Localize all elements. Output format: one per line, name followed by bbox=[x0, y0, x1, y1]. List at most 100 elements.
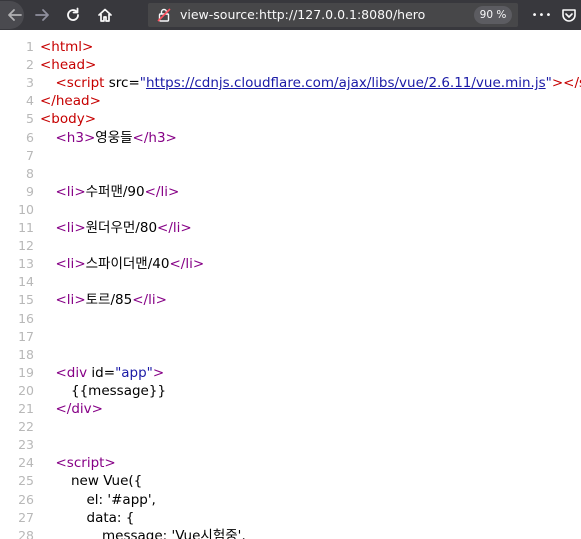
line-number: 7 bbox=[26, 147, 34, 163]
source-token: </head> bbox=[40, 93, 101, 110]
source-line: 27 data: { bbox=[0, 509, 581, 527]
url-text[interactable]: view-source:http://127.0.0.1:8080/hero bbox=[180, 7, 425, 22]
line-number: 4 bbox=[26, 93, 34, 109]
source-line: 24 <script> bbox=[0, 454, 581, 472]
source-code: </div> bbox=[56, 400, 103, 418]
line-number: 26 bbox=[18, 491, 34, 507]
source-token: <head> bbox=[40, 57, 97, 74]
source-token: </h3> bbox=[132, 129, 177, 146]
line-number: 15 bbox=[18, 292, 34, 308]
address-bar[interactable]: view-source:http://127.0.0.1:8080/hero 9… bbox=[148, 3, 518, 27]
source-line: 28 message: 'Vue시험중', bbox=[0, 527, 581, 539]
home-icon bbox=[98, 8, 112, 22]
source-code: <script> bbox=[56, 454, 116, 472]
line-number: 27 bbox=[18, 509, 34, 525]
line-number: 13 bbox=[18, 256, 34, 272]
source-code: {{message}} bbox=[71, 382, 166, 400]
source-token: 영웅들 bbox=[95, 129, 133, 146]
source-code: el: '#app', bbox=[87, 491, 156, 509]
source-token: </li> bbox=[157, 220, 192, 236]
forward-button[interactable] bbox=[27, 0, 57, 30]
source-line: 13 <li>스파이더맨/40</li> bbox=[0, 255, 581, 273]
source-code: <script src="https://cdnjs.cloudflare.co… bbox=[56, 74, 581, 92]
home-button[interactable] bbox=[90, 0, 120, 30]
source-code: message: 'Vue시험중', bbox=[102, 527, 246, 539]
insecure-lock-icon[interactable] bbox=[157, 8, 171, 22]
source-token: id= bbox=[91, 364, 116, 381]
source-token: 원더우먼/80 bbox=[85, 220, 158, 236]
source-line: 2 <head> bbox=[0, 56, 581, 74]
line-number: 25 bbox=[18, 473, 34, 489]
source-line: 9 <li>수퍼맨/90</li> bbox=[0, 183, 581, 201]
source-token: "app" bbox=[115, 364, 153, 381]
source-token: </li> bbox=[169, 256, 205, 273]
source-line: 16 bbox=[0, 310, 581, 328]
source-token: </div> bbox=[55, 401, 103, 417]
source-token: </li> bbox=[144, 183, 180, 200]
source-code: <head> bbox=[40, 56, 96, 74]
page-actions-button[interactable]: ••• bbox=[531, 0, 553, 30]
source-code: <div id="app"> bbox=[56, 364, 165, 382]
reload-button[interactable] bbox=[58, 0, 88, 30]
line-number: 1 bbox=[26, 39, 34, 54]
source-token: > bbox=[152, 364, 165, 381]
source-line: 25 new Vue({ bbox=[0, 472, 581, 490]
line-number: 2 bbox=[26, 57, 34, 73]
source-line: 3 <script src="https://cdnjs.cloudflare.c… bbox=[0, 74, 581, 92]
source-line: 26 el: '#app', bbox=[0, 491, 581, 509]
source-code: <li>토르/85</li> bbox=[56, 291, 167, 309]
pocket-button[interactable] bbox=[556, 0, 581, 30]
source-token: <li> bbox=[55, 183, 86, 200]
back-arrow-icon bbox=[8, 9, 22, 21]
source-token: <body> bbox=[40, 111, 97, 128]
source-view[interactable]: 1 <html> 2 <head> 3 <script src="https://cdnj… bbox=[0, 38, 581, 539]
source-code: <h3>영웅들</h3> bbox=[56, 129, 177, 147]
line-number: 23 bbox=[18, 437, 34, 453]
source-token: </li> bbox=[132, 292, 167, 309]
source-line: 7 bbox=[0, 147, 581, 165]
line-number: 21 bbox=[18, 401, 34, 416]
source-token: <script bbox=[55, 75, 109, 92]
line-number: 16 bbox=[18, 310, 34, 326]
source-token: 수퍼맨/90 bbox=[85, 183, 145, 200]
source-line: 1 <html> bbox=[0, 38, 581, 56]
line-number: 19 bbox=[18, 364, 34, 380]
source-link[interactable]: https://cdnjs.cloudflare.com/ajax/libs/v… bbox=[146, 75, 546, 91]
source-token: <html> bbox=[40, 39, 94, 55]
source-token: <li> bbox=[55, 220, 86, 236]
source-token: <li> bbox=[55, 292, 86, 309]
back-button[interactable] bbox=[0, 0, 30, 30]
source-token: el: '#app', bbox=[86, 491, 156, 508]
source-token: <h3> bbox=[55, 129, 96, 146]
source-token: <li> bbox=[55, 256, 86, 273]
source-line: 19 <div id="app"> bbox=[0, 364, 581, 382]
source-code: <body> bbox=[40, 110, 96, 128]
source-code: </head> bbox=[40, 92, 101, 110]
source-token: data: { bbox=[86, 509, 135, 526]
source-line: 20 {{message}} bbox=[0, 382, 581, 400]
source-line: 12 bbox=[0, 237, 581, 255]
line-number: 17 bbox=[18, 328, 34, 344]
source-line: 10 bbox=[0, 201, 581, 219]
source-line: 23 bbox=[0, 436, 581, 454]
line-number: 24 bbox=[18, 455, 34, 471]
source-line: 14 bbox=[0, 273, 581, 291]
source-line: 8 bbox=[0, 165, 581, 183]
line-number: 18 bbox=[18, 346, 34, 362]
zoom-level-badge[interactable]: 90 % bbox=[474, 6, 512, 24]
source-line: 18 bbox=[0, 346, 581, 364]
line-number: 3 bbox=[26, 75, 34, 91]
line-number: 10 bbox=[18, 201, 34, 217]
source-token: 스파이더맨/40 bbox=[85, 256, 170, 273]
source-code: <li>원더우먼/80</li> bbox=[56, 219, 192, 237]
line-number: 28 bbox=[18, 527, 34, 539]
source-token: src= bbox=[108, 75, 140, 92]
pocket-icon bbox=[561, 9, 576, 22]
source-line: 6 <h3>영웅들</h3> bbox=[0, 129, 581, 147]
source-line: 11 <li>원더우먼/80</li> bbox=[0, 219, 581, 237]
source-token: {{message}} bbox=[71, 382, 167, 399]
more-actions-icon: ••• bbox=[531, 9, 553, 21]
source-line: 4 </head> bbox=[0, 92, 581, 110]
line-number: 6 bbox=[26, 129, 34, 145]
browser-toolbar: view-source:http://127.0.0.1:8080/hero 9… bbox=[0, 0, 581, 30]
